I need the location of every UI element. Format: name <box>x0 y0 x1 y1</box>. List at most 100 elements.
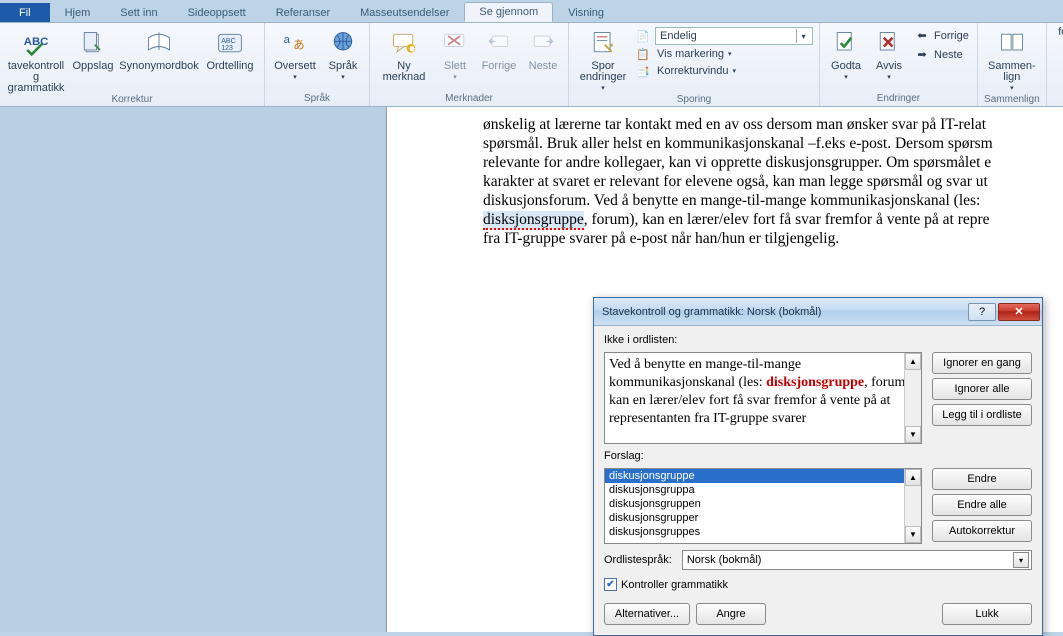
delete-comment-icon <box>439 27 471 59</box>
tab-mailings[interactable]: Masseutsendelser <box>345 3 464 22</box>
accept-label: Godta <box>831 61 861 72</box>
group-changes: Godta ▾ Avvis ▾ ⬅ Forrige ➡ Neste <box>820 23 978 106</box>
prev-change-icon: ⬅ <box>914 28 930 44</box>
spellcheck-icon: ABC <box>20 27 52 59</box>
language-label: Språk <box>329 61 358 72</box>
tab-file[interactable]: Fil <box>0 3 50 22</box>
language-button[interactable]: Språk ▾ <box>323 25 363 83</box>
change-label: Endre <box>967 473 996 485</box>
show-markup-icon: 📋 <box>635 46 651 62</box>
display-for-review-combo[interactable]: Endelig ▾ <box>655 27 813 45</box>
undo-label: Angre <box>716 608 745 620</box>
research-label: Oppslag <box>73 61 114 72</box>
add-to-dict-button[interactable]: Legg til i ordliste <box>932 404 1032 426</box>
dialog-close-button[interactable]: ✕ <box>998 303 1040 321</box>
tab-references[interactable]: Referanser <box>261 3 345 22</box>
group-compare: Sammen- lign ▾ Sammenlign <box>978 23 1047 106</box>
thesaurus-button[interactable]: Synonymordbok <box>120 25 198 72</box>
ignore-once-button[interactable]: Ignorer en gang <box>932 352 1032 374</box>
next-change-button[interactable]: ➡ Neste <box>912 46 971 64</box>
compare-button[interactable]: Sammen- lign ▾ <box>984 25 1040 94</box>
translate-button[interactable]: aあ Oversett ▾ <box>271 25 319 83</box>
prev-comment-button[interactable]: Forrige <box>478 25 520 72</box>
next-comment-button[interactable]: Neste <box>524 25 562 72</box>
research-button[interactable]: Oppslag <box>70 25 116 72</box>
tab-page-layout[interactable]: Sideoppsett <box>173 3 261 22</box>
not-in-dict-textbox[interactable]: Ved å benytte en mange-til-mange kommuni… <box>604 352 922 444</box>
close-button[interactable]: Lukk <box>942 603 1032 625</box>
scrollbar[interactable]: ▲ ▼ <box>904 353 921 443</box>
scrollbar[interactable]: ▲ ▼ <box>904 469 921 543</box>
ignore-once-label: Ignorer en gang <box>943 357 1021 369</box>
next-comment-label: Neste <box>529 61 558 72</box>
options-button[interactable]: Alternativer... <box>604 603 690 625</box>
protect-button[interactable]: fo <box>1053 25 1063 38</box>
suggestion-item[interactable]: diskusjonsgruppa <box>605 483 921 497</box>
ribbon-tabbar: Fil Hjem Sett inn Sideoppsett Referanser… <box>0 0 1063 22</box>
group-proofing: ABC tavekontroll g grammatikk Oppslag Sy… <box>0 23 265 106</box>
dialog-titlebar[interactable]: Stavekontroll og grammatikk: Norsk (bokm… <box>594 298 1042 326</box>
tab-insert[interactable]: Sett inn <box>105 3 172 22</box>
scroll-up-icon[interactable]: ▲ <box>905 353 921 370</box>
suggestion-item[interactable]: diskusjonsgruppen <box>605 497 921 511</box>
tab-home[interactable]: Hjem <box>50 3 106 22</box>
undo-button[interactable]: Angre <box>696 603 766 625</box>
dropdown-icon: ▾ <box>601 83 605 94</box>
reject-label: Avvis <box>876 61 902 72</box>
add-to-dict-label: Legg til i ordliste <box>942 409 1022 421</box>
reviewing-pane-button[interactable]: Korrekturvindu ▾ <box>655 65 738 78</box>
group-proofing-label: Korrektur <box>6 94 258 107</box>
scroll-down-icon[interactable]: ▼ <box>905 526 921 543</box>
group-language-label: Språk <box>271 93 363 106</box>
suggestion-item[interactable]: diskusjonsgruppes <box>605 525 921 539</box>
document-body[interactable]: ønskelig at lærerne tar kontakt med en a… <box>483 115 1063 248</box>
dialog-help-button[interactable]: ? <box>968 303 996 321</box>
new-comment-button[interactable]: ✸ Ny merknad <box>376 25 432 83</box>
autocorrect-button[interactable]: Autokorrektur <box>932 520 1032 542</box>
delete-comment-button[interactable]: Slett ▾ <box>436 25 474 83</box>
dict-language-combo[interactable]: Norsk (bokmål) ▾ <box>682 550 1032 570</box>
spellcheck-button[interactable]: ABC tavekontroll g grammatikk <box>6 25 66 94</box>
wordcount-button[interactable]: ABC123 Ordtelling <box>202 25 258 72</box>
tab-view[interactable]: Visning <box>553 3 619 22</box>
svg-text:あ: あ <box>293 38 304 51</box>
spelling-dialog: Stavekontroll og grammatikk: Norsk (bokm… <box>593 297 1043 636</box>
suggestion-item[interactable]: diskusjonsgrupper <box>605 511 921 525</box>
check-grammar-label: Kontroller grammatikk <box>621 579 728 591</box>
group-comments: ✸ Ny merknad Slett ▾ Forrige <box>370 23 569 106</box>
reject-button[interactable]: Avvis ▾ <box>870 25 908 83</box>
suggestion-item[interactable]: diskusjonsgruppe <box>605 469 921 483</box>
svg-text:123: 123 <box>221 45 233 52</box>
scroll-down-icon[interactable]: ▼ <box>905 426 921 443</box>
dropdown-icon: ▾ <box>1013 552 1029 568</box>
dict-language-label: Ordlistespråk: <box>604 554 672 566</box>
change-button[interactable]: Endre <box>932 468 1032 490</box>
wordcount-icon: ABC123 <box>214 27 246 59</box>
svg-text:✸: ✸ <box>408 44 416 54</box>
doc-error-word[interactable]: disksjonsgruppe <box>483 211 584 230</box>
translate-label: Oversett <box>274 61 316 72</box>
track-changes-button[interactable]: Spor endringer ▾ <box>575 25 631 94</box>
scroll-up-icon[interactable]: ▲ <box>905 469 921 486</box>
new-comment-icon: ✸ <box>388 27 420 59</box>
group-compare-label: Sammenlign <box>984 94 1040 107</box>
svg-text:ABC: ABC <box>24 36 49 48</box>
prev-icon <box>483 27 515 59</box>
dropdown-icon: ▾ <box>728 49 732 60</box>
not-in-dict-label: Ikke i ordlisten: <box>604 334 922 346</box>
reject-icon <box>873 27 905 59</box>
autocorrect-label: Autokorrektur <box>949 525 1015 537</box>
tab-review[interactable]: Se gjennom <box>464 2 553 22</box>
prev-change-button[interactable]: ⬅ Forrige <box>912 27 971 45</box>
close-icon: ✕ <box>1014 305 1023 318</box>
check-grammar-checkbox[interactable]: ✔ <box>604 578 617 591</box>
change-all-button[interactable]: Endre alle <box>932 494 1032 516</box>
ignore-all-button[interactable]: Ignorer alle <box>932 378 1032 400</box>
display-for-review-value: Endelig <box>660 30 697 42</box>
accept-button[interactable]: Godta ▾ <box>826 25 866 83</box>
suggestions-listbox[interactable]: diskusjonsgruppe diskusjonsgruppa diskus… <box>604 468 922 544</box>
show-markup-button[interactable]: Vis markering ▾ <box>655 48 734 61</box>
group-language: aあ Oversett ▾ Språk ▾ Språk <box>265 23 370 106</box>
delete-comment-label: Slett <box>444 61 466 72</box>
dropdown-icon: ▾ <box>341 72 345 83</box>
